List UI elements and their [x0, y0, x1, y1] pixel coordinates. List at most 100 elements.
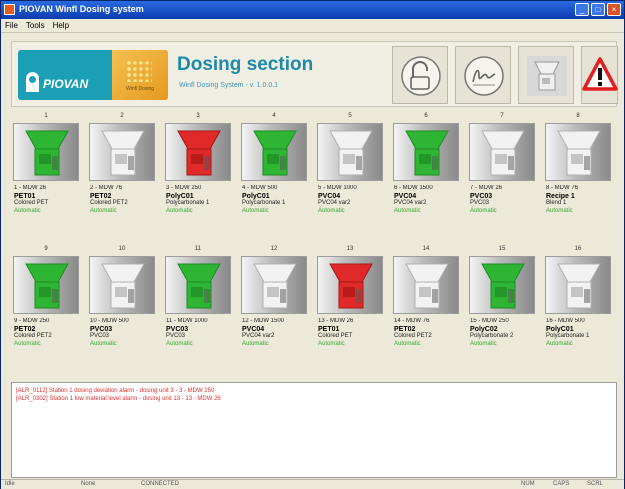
unit-info: 13 - MDW 26 PET01 Colored PET Automatic [318, 318, 384, 348]
unit-info: 5 - MDW 1000 PVC04 PVC04 var2 Automatic [318, 185, 384, 215]
menu-help[interactable]: Help [53, 19, 69, 32]
unit-material: PET01 [318, 325, 340, 333]
unit-image[interactable] [545, 256, 611, 314]
unit-image[interactable] [165, 123, 231, 181]
unit-material-desc: PVC03 [166, 333, 186, 339]
menu-file[interactable]: File [5, 19, 18, 32]
unit-image[interactable] [317, 256, 383, 314]
unit-image[interactable] [469, 256, 535, 314]
dosing-unit-6[interactable]: 6 6 - MDW 1500 PVC04 PVC04 var2 Automatic [391, 113, 461, 243]
dosing-unit-icon [177, 130, 221, 176]
unit-number: 15 [498, 246, 506, 252]
dosing-unit-9[interactable]: 9 9 - MDW 250 PET02 Colored PET2 Automatic [11, 246, 81, 376]
alarm-entry[interactable]: [ALR_0302] Station 1 low material level … [12, 395, 616, 403]
unit-material-desc: Colored PET [14, 200, 49, 206]
dosing-unit-icon [253, 130, 297, 176]
unit-image[interactable] [241, 123, 307, 181]
dosing-unit-1[interactable]: 1 1 - MDW 26 PET01 Colored PET Automatic [11, 113, 81, 243]
dosing-unit-8[interactable]: 8 8 - MDW 76 Recipe 1 Blend 1 Automatic [543, 113, 613, 243]
tile-text: Winfl Dosing [126, 86, 155, 92]
unit-image[interactable] [13, 256, 79, 314]
dosing-unit-11[interactable]: 11 11 - MDW 1000 PVC03 PVC03 Automatic [163, 246, 233, 376]
unit-info: 16 - MDW 500 PolyC01 Polycarbonate 1 Automa… [546, 318, 612, 348]
dosing-units-button[interactable] [518, 46, 574, 104]
dosing-unit-15[interactable]: 15 15 - MDW 250 PolyC02 Polycarbonate 2 Auto… [467, 246, 537, 376]
maximize-icon[interactable]: □ [591, 3, 605, 16]
dosing-unit-16[interactable]: 16 16 - MDW 500 PolyC01 Polycarbonate 1 Auto… [543, 246, 613, 376]
title-bar[interactable]: PIOVAN Winfl Dosing system _ □ × [1, 1, 624, 19]
dosing-unit-icon [177, 263, 221, 309]
unit-status: Automatic [394, 340, 421, 347]
minimize-icon[interactable]: _ [575, 3, 589, 16]
signature-button[interactable] [455, 46, 511, 104]
unit-number: 4 [272, 113, 276, 119]
dosing-unit-icon [405, 130, 449, 176]
page-title: Dosing section [177, 54, 314, 75]
unit-image[interactable] [317, 123, 383, 181]
window-title: PIOVAN Winfl Dosing system [19, 4, 144, 14]
logo-text: PIOVAN [43, 77, 89, 91]
dosing-unit-icon [25, 130, 69, 176]
unit-info: 9 - MDW 250 PET02 Colored PET2 Automatic [14, 318, 80, 348]
unit-status: Automatic [546, 207, 573, 214]
dosing-unit-icon [101, 263, 145, 309]
unit-image[interactable] [469, 123, 535, 181]
dosing-unit-5[interactable]: 5 5 - MDW 1000 PVC04 PVC04 var2 Automatic [315, 113, 385, 243]
alarm-log[interactable]: [ALR_0112] Station 1 dosing deviation al… [11, 382, 617, 478]
unit-image[interactable] [393, 256, 459, 314]
unit-model: 7 - MDW 26 [470, 185, 503, 191]
dosing-unit-10[interactable]: 10 10 - MDW 500 PVC03 PVC03 Automatic [87, 246, 157, 376]
dosing-unit-14[interactable]: 14 14 - MDW 76 PET02 Colored PET2 Automatic [391, 246, 461, 376]
alarm-button[interactable] [581, 46, 618, 104]
unit-image[interactable] [89, 123, 155, 181]
dosing-unit-icon [481, 130, 525, 176]
page-subtitle: Winfl Dosing System - v. 1.0.0.1 [179, 82, 279, 89]
menu-tools[interactable]: Tools [26, 19, 45, 32]
dosing-unit-3[interactable]: 3 3 - MDW 250 PolyC01 Polycarbonate 1 Automa… [163, 113, 233, 243]
signature-icon [464, 56, 504, 96]
status-user: None [81, 481, 96, 487]
unit-info: 10 - MDW 500 PVC03 PVC03 Automatic [90, 318, 156, 348]
unlock-button[interactable] [392, 46, 448, 104]
dosing-unit-12[interactable]: 12 12 - MDW 1500 PVC04 PVC04 var2 Automatic [239, 246, 309, 376]
unit-info: 12 - MDW 1500 PVC04 PVC04 var2 Automatic [242, 318, 308, 348]
piovan-logo: PIOVAN Winfl Dosing [18, 50, 168, 100]
unit-number: 7 [500, 113, 504, 119]
unit-model: 5 - MDW 1000 [318, 185, 357, 191]
unit-image[interactable] [89, 256, 155, 314]
alarm-warning-icon [582, 57, 618, 91]
unit-info: 14 - MDW 76 PET02 Colored PET2 Automatic [394, 318, 460, 348]
unit-model: 9 - MDW 250 [14, 318, 50, 324]
unit-image[interactable] [545, 123, 611, 181]
status-bar: Idle None CONNECTED NUM CAPS SCRL [1, 479, 624, 489]
dosing-unit-7[interactable]: 77 - MDW 26 PVC03 PVC03 Automatic [467, 113, 537, 243]
unit-material-desc: Colored PET [318, 333, 353, 339]
unit-image[interactable] [241, 256, 307, 314]
dosing-unit-icon [481, 263, 525, 309]
dosing-unit-2[interactable]: 2 2 - MDW 76 PET02 Colored PET2 Automatic [87, 113, 157, 243]
unit-material: PVC04 [394, 192, 417, 200]
unit-status: Automatic [470, 207, 497, 214]
unit-image[interactable] [393, 123, 459, 181]
dosing-unit-4[interactable]: 4 4 - MDW 500 PolyC01 Polycarbonate 1 Automa… [239, 113, 309, 243]
unit-material-desc: Polycarbonate 1 [166, 200, 210, 206]
unit-status: Automatic [14, 207, 41, 214]
alarm-entry[interactable]: [ALR_0112] Station 1 dosing deviation al… [12, 387, 616, 395]
status-connection: CONNECTED [141, 481, 180, 487]
unit-material-desc: PVC04 var2 [318, 200, 351, 206]
dosing-unit-13[interactable]: 13 13 - MDW 26 PET01 Colored PET Automatic [315, 246, 385, 376]
unit-image[interactable] [165, 256, 231, 314]
unit-model: 3 - MDW 250 [166, 185, 202, 191]
winfl-dosing-tile: Winfl Dosing [112, 50, 168, 100]
unit-model: 2 - MDW 76 [90, 185, 123, 191]
unit-material-desc: PVC04 var2 [394, 200, 427, 206]
unit-number: 11 [194, 246, 202, 252]
unit-model: 16 - MDW 500 [546, 318, 585, 324]
unit-image[interactable] [13, 123, 79, 181]
unit-info: 8 - MDW 76 Recipe 1 Blend 1 Automatic [546, 185, 612, 215]
unit-status: Automatic [242, 340, 269, 347]
close-icon[interactable]: × [607, 3, 621, 16]
unit-material: Recipe 1 [546, 192, 575, 200]
unit-model: 15 - MDW 250 [470, 318, 509, 324]
unit-material: PolyC01 [166, 192, 194, 200]
